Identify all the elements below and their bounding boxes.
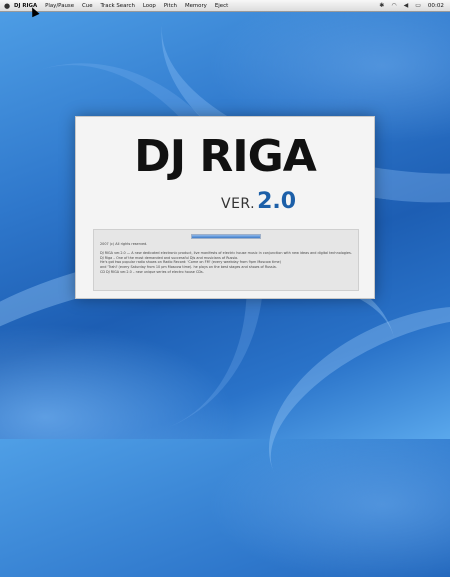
loading-progress-bar [191,234,261,239]
menu-extras: ✱ ◠ ◀ ▭ 00:02 [379,2,450,9]
splash-title: DJ RIGA [134,131,317,182]
desktop-swoosh [236,264,450,554]
info-text: 2007 (c) All rights reserved. DJ RIGA ve… [100,242,354,274]
loading-progress-fill [192,235,260,238]
volume-icon[interactable]: ◀ [404,2,409,9]
wifi-icon[interactable]: ◠ [391,2,396,9]
info-panel: 2007 (c) All rights reserved. DJ RIGA ve… [93,229,359,291]
menu-cue[interactable]: Cue [82,3,93,9]
menu-loop[interactable]: Loop [143,3,156,9]
menu-play-pause[interactable]: Play/Pause [45,3,74,9]
menu-pitch[interactable]: Pitch [164,3,177,9]
battery-icon[interactable]: ▭ [415,2,421,9]
version-label: VER. 2.0 [221,189,296,214]
apple-icon[interactable]: ● [0,2,14,10]
menu-eject[interactable]: Eject [215,3,228,9]
menu-track-search[interactable]: Track Search [101,3,135,9]
version-number: 2.0 [257,189,297,214]
splash-window: DJ RIGA VER. 2.0 2007 (c) All rights res… [75,116,375,299]
info-line: CD DJ RIGA ver.2.0 – new unique series o… [100,269,204,274]
bluetooth-icon[interactable]: ✱ [379,2,384,9]
menu-clock[interactable]: 00:02 [428,3,444,9]
version-prefix: VER. [221,196,256,212]
menu-bar: ● DJ RIGA Play/Pause Cue Track Search Lo… [0,0,450,12]
menu-memory[interactable]: Memory [185,3,207,9]
